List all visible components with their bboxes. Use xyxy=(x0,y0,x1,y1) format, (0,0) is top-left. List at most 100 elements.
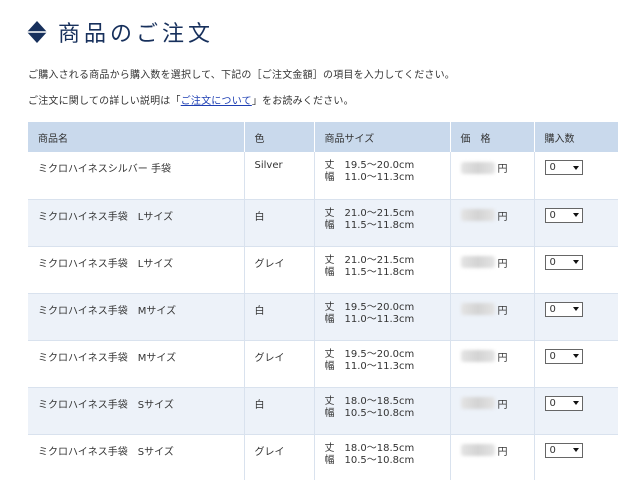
header-name: 商品名 xyxy=(28,122,245,152)
quantity-select[interactable]: 0 xyxy=(544,348,583,364)
size-length: 丈 18.0～18.5cm xyxy=(324,395,415,407)
product-name: ミクロハイネス手袋 Lサイズ xyxy=(28,246,245,294)
product-name: ミクロハイネス手袋 Sサイズ xyxy=(28,434,245,480)
quantity-value: 0 xyxy=(549,397,556,409)
product-name: ミクロハイネス手袋 Sサイズ xyxy=(28,387,245,435)
product-size: 丈 18.0～18.5cm 幅 10.5～10.8cm xyxy=(314,434,451,480)
product-price: 円 xyxy=(450,246,535,294)
table-row: ミクロハイネス手袋 Sサイズ白丈 18.0～18.5cm 幅 10.5～10.8c… xyxy=(28,387,618,435)
dropdown-arrow-icon xyxy=(572,307,579,311)
dropdown-arrow-icon xyxy=(572,260,579,264)
dropdown-arrow-icon xyxy=(572,401,579,405)
price-unit: 円 xyxy=(497,352,508,364)
table-row: ミクロハイネス手袋 Sサイズ グレイ丈 18.0～18.5cm 幅 10.5～10.… xyxy=(28,434,618,480)
intro-text-1: ご購入される商品から購入数を選択して、下記の［ご注文金額］の項目を入力してくださ… xyxy=(28,70,455,81)
product-price: 円 xyxy=(450,199,535,247)
product-color: 白 xyxy=(244,199,315,247)
table-row: ミクロハイネス手袋 Mサイズ白丈 19.5～20.0cm 幅 11.0～11.3c… xyxy=(28,293,618,341)
product-size: 丈 19.5～20.0cm 幅 11.0～11.3cm xyxy=(314,340,451,388)
product-qty: 0 xyxy=(534,199,618,247)
intro-text-2: ご注文に関しての詳しい説明は「ご注文について」をお読みください。 xyxy=(28,92,354,107)
size-width: 幅 10.5～10.8cm xyxy=(324,407,415,419)
product-size: 丈 18.0～18.5cm 幅 10.5～10.8cm xyxy=(314,387,451,435)
quantity-value: 0 xyxy=(549,256,556,268)
quantity-value: 0 xyxy=(549,162,556,173)
size-width: 幅 11.5～11.8cm xyxy=(324,219,415,231)
product-size: 丈 21.0～21.5cm 幅 11.5～11.8cm xyxy=(314,199,451,247)
table-row: ミクロハイネス手袋 Lサイズ白丈 21.0～21.5cm 幅 11.5～11.8c… xyxy=(28,199,618,247)
size-length: 丈 21.0～21.5cm xyxy=(324,207,415,219)
product-color: グレイ xyxy=(244,340,315,388)
size-length: 丈 18.0～18.5cm xyxy=(324,442,415,454)
product-size: 丈 19.5～20.0cm 幅 11.0～11.3cm xyxy=(314,152,451,200)
product-color: グレイ xyxy=(244,434,315,480)
dropdown-arrow-icon xyxy=(572,448,579,452)
quantity-select[interactable]: 0 xyxy=(544,254,583,270)
price-unit: 円 xyxy=(497,305,508,317)
quantity-select[interactable]: 0 xyxy=(544,442,583,458)
product-qty: 0 xyxy=(534,387,618,435)
quantity-select[interactable]: 0 xyxy=(544,395,583,411)
product-color: グレイ xyxy=(244,246,315,294)
price-redacted xyxy=(460,303,495,315)
product-qty: 0 xyxy=(534,340,618,388)
header-price: 価 格 xyxy=(450,122,535,152)
page-header: 商品のご注文 xyxy=(26,16,214,48)
size-length: 丈 21.0～21.5cm xyxy=(324,254,415,266)
product-qty: 0 xyxy=(534,434,618,480)
price-redacted xyxy=(460,397,495,409)
size-width: 幅 11.0～11.3cm xyxy=(324,313,415,325)
quantity-select[interactable]: 0 xyxy=(544,160,583,175)
size-width: 幅 11.0～11.3cm xyxy=(324,172,415,183)
size-width: 幅 11.0～11.3cm xyxy=(324,360,415,372)
price-unit: 円 xyxy=(497,446,508,458)
price-unit: 円 xyxy=(497,399,508,411)
diamond-icon xyxy=(27,21,47,43)
header-color: 色 xyxy=(244,122,315,152)
order-page: 商品のご注文 ご購入される商品から購入数を選択して、下記の［ご注文金額］の項目を… xyxy=(0,0,640,480)
dropdown-arrow-icon xyxy=(572,354,579,358)
product-color: Silver xyxy=(244,152,315,200)
price-redacted xyxy=(460,444,495,456)
header-size: 商品サイズ xyxy=(314,122,451,152)
product-size: 丈 19.5～20.0cm 幅 11.0～11.3cm xyxy=(314,293,451,341)
product-table-container: 商品名 色 商品サイズ 価 格 購入数 ミクロハイネスシルバー 手袋 Silver… xyxy=(28,122,618,480)
price-redacted xyxy=(460,256,495,268)
table-row: ミクロハイネス手袋 Lサイズ グレイ丈 21.0～21.5cm 幅 11.5～11.… xyxy=(28,246,618,294)
price-redacted xyxy=(460,161,495,174)
size-width: 幅 11.5～11.8cm xyxy=(324,266,415,278)
table-header-row: 商品名 色 商品サイズ 価 格 購入数 xyxy=(28,122,618,152)
size-length: 丈 19.5～20.0cm xyxy=(324,160,415,171)
product-rows: ミクロハイネスシルバー 手袋 Silver 丈 19.5～20.0cm 幅 11.0～… xyxy=(28,152,618,480)
page-title: 商品のご注文 xyxy=(58,22,215,47)
product-price: 円 xyxy=(450,340,535,388)
product-size: 丈 21.0～21.5cm 幅 11.5～11.8cm xyxy=(314,246,451,294)
product-price: 円 xyxy=(450,152,535,200)
quantity-value: 0 xyxy=(549,444,556,456)
quantity-select[interactable]: 0 xyxy=(544,207,583,223)
product-qty: 0 xyxy=(534,246,618,294)
quantity-value: 0 xyxy=(549,209,556,221)
header-qty: 購入数 xyxy=(534,122,618,152)
price-unit: 円 xyxy=(497,211,508,223)
quantity-value: 0 xyxy=(549,303,556,315)
dropdown-arrow-icon xyxy=(572,213,579,217)
table-row: ミクロハイネスシルバー 手袋 Silver 丈 19.5～20.0cm 幅 11.0～… xyxy=(28,152,618,200)
dropdown-arrow-icon xyxy=(572,165,579,170)
product-name: ミクロハイネスシルバー 手袋 xyxy=(28,152,245,200)
quantity-select[interactable]: 0 xyxy=(544,301,583,317)
size-length: 丈 19.5～20.0cm xyxy=(324,348,415,360)
price-redacted xyxy=(460,209,495,221)
price-redacted xyxy=(460,350,495,362)
product-color: 白 xyxy=(244,387,315,435)
intro-text-2-before: ご注文に関しての詳しい説明は「 xyxy=(28,96,181,107)
price-unit: 円 xyxy=(497,258,508,270)
product-price: 円 xyxy=(450,434,535,480)
quantity-value: 0 xyxy=(549,350,556,362)
product-qty: 0 xyxy=(534,293,618,341)
product-qty: 0 xyxy=(534,152,618,200)
size-length: 丈 19.5～20.0cm xyxy=(324,301,415,313)
order-guide-link[interactable]: ご注文について xyxy=(181,96,252,107)
table-row: ミクロハイネス手袋 Mサイズ グレイ丈 19.5～20.0cm 幅 11.0～11.… xyxy=(28,340,618,388)
product-name: ミクロハイネス手袋 Lサイズ xyxy=(28,199,245,247)
